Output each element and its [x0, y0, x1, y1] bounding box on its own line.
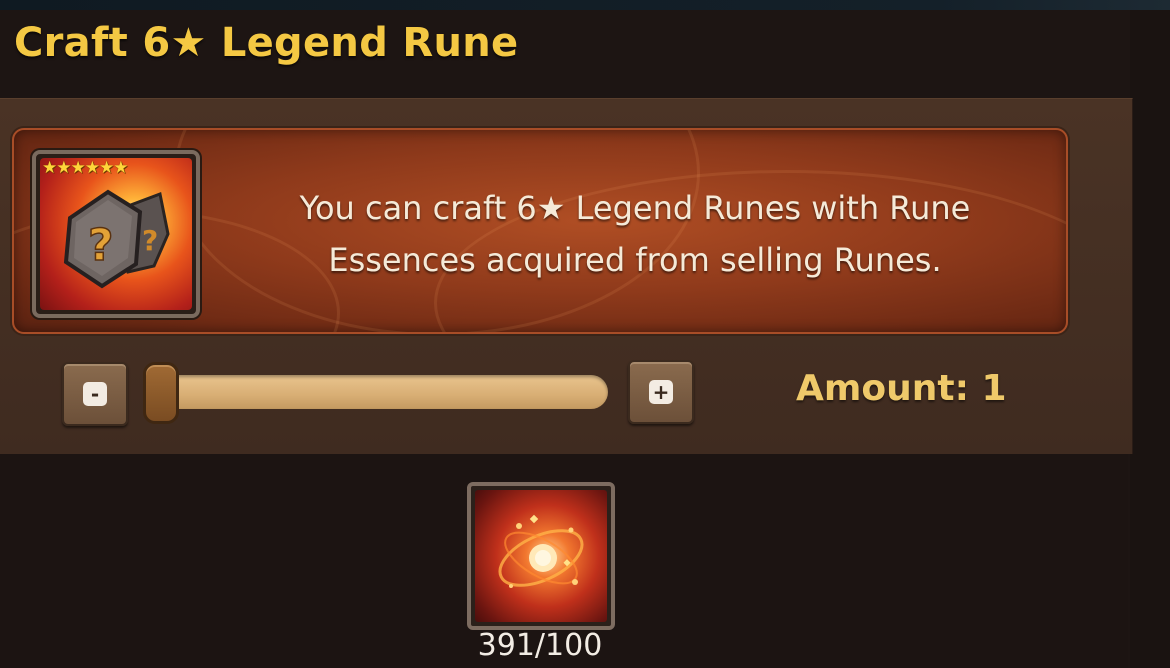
info-text: You can craft 6★ Legend Runes with Rune …: [230, 182, 1040, 286]
right-edge: [1130, 10, 1170, 668]
top-strip: [0, 0, 1170, 10]
slider-handle[interactable]: [143, 362, 179, 424]
plus-icon: +: [649, 380, 673, 404]
amount-label: Amount: 1: [796, 368, 1007, 409]
page-title: Craft 6★ Legend Rune: [14, 20, 519, 66]
craft-rune-dialog: Craft 6★ Legend Rune ★★★★★★ ? ? You can …: [0, 0, 1170, 668]
increase-button[interactable]: +: [628, 360, 694, 424]
svg-text:?: ?: [142, 224, 158, 257]
amount-slider[interactable]: [150, 375, 608, 409]
decrease-button[interactable]: -: [62, 362, 128, 426]
minus-icon: -: [83, 382, 107, 406]
info-text-line: Essences acquired from selling Runes.: [328, 241, 942, 279]
essence-card: [467, 482, 615, 630]
rune-essence-icon: [498, 514, 584, 588]
rune-card: ★★★★★★ ? ?: [32, 150, 200, 318]
info-text-line: You can craft 6★ Legend Runes with Rune: [299, 189, 971, 227]
mystery-rune-icon: ? ?: [63, 189, 170, 289]
svg-text:?: ?: [88, 220, 114, 271]
star-rating-icon: ★★★★★★: [42, 158, 128, 178]
essence-count: 391/100: [477, 628, 603, 663]
